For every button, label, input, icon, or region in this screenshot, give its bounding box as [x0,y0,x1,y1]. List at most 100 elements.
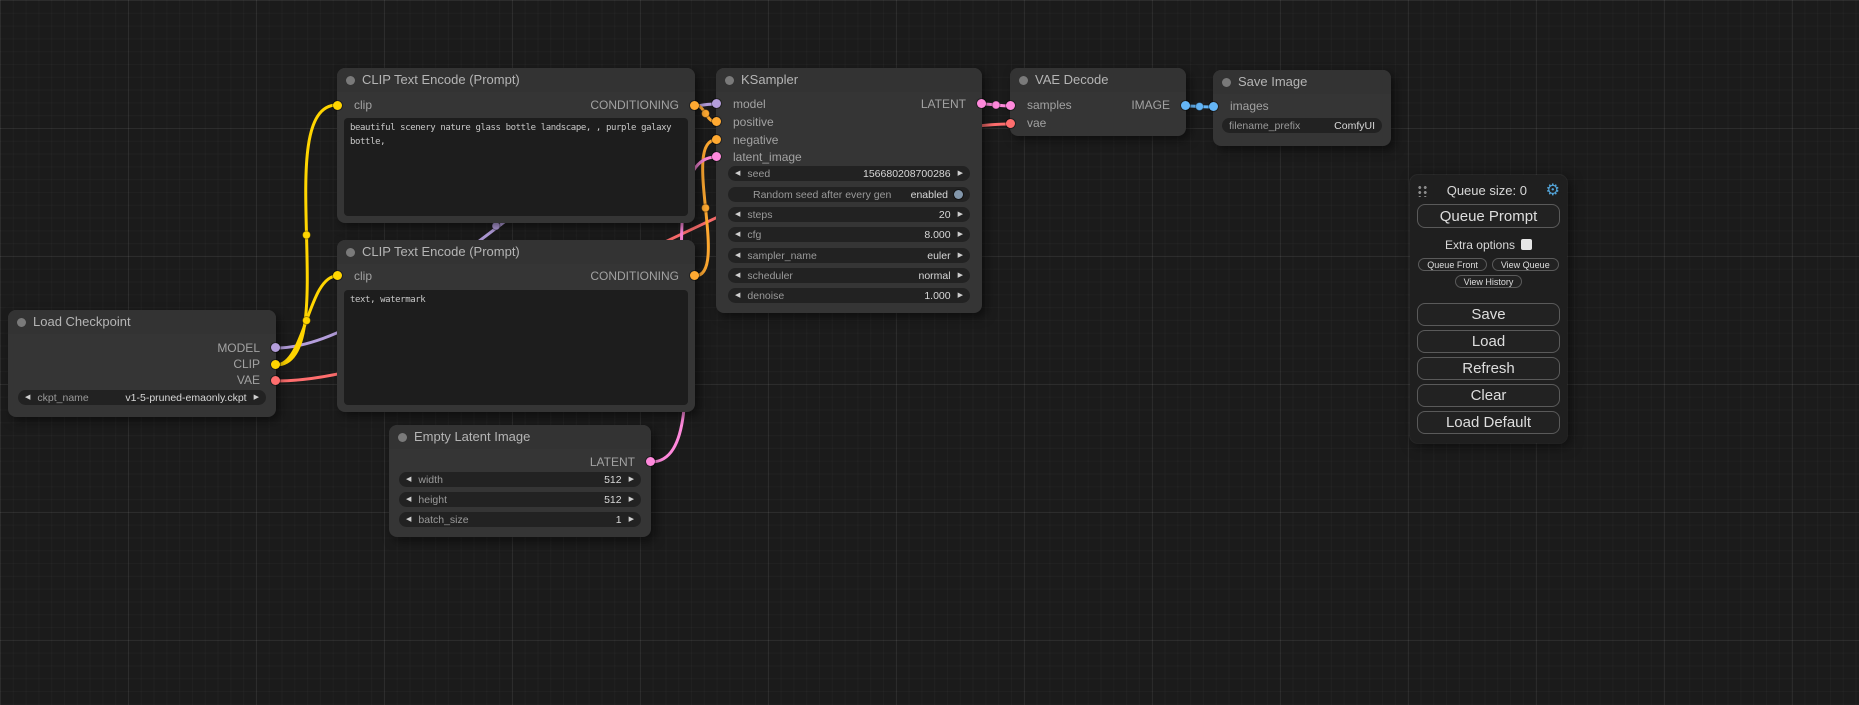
widget-cfg[interactable]: ◀ cfg 8.000 ▶ [728,227,970,242]
next-arrow-icon[interactable]: ▶ [254,390,259,405]
comfy-menu-panel: Queue size: 0 ⚙ Queue Prompt Extra optio… [1410,175,1567,443]
node-title-bar[interactable]: Load Checkpoint [8,310,276,334]
node-graph-canvas[interactable]: Load Checkpoint MODEL CLIP VAE ◀ ckpt_na… [0,0,1859,705]
prompt-textarea[interactable]: beautiful scenery nature glass bottle la… [344,118,688,216]
output-port-model[interactable] [271,343,280,352]
output-port-clip[interactable] [271,360,280,369]
output-port-latent[interactable] [977,99,986,108]
decrement-arrow-icon[interactable]: ◀ [406,512,411,527]
input-slot-negative: negative [716,134,982,147]
input-port-model[interactable] [712,99,721,108]
decrement-arrow-icon[interactable]: ◀ [406,492,411,507]
link-midpoint-dot [303,317,311,325]
decrement-arrow-icon[interactable]: ◀ [735,207,740,222]
collapse-dot-icon[interactable] [725,76,734,85]
increment-arrow-icon[interactable]: ▶ [958,288,963,303]
widget-name: cfg [747,229,761,241]
input-port-samples[interactable] [1006,101,1015,110]
increment-arrow-icon[interactable]: ▶ [958,207,963,222]
decrement-arrow-icon[interactable]: ◀ [735,166,740,181]
load-button[interactable]: Load [1417,330,1560,353]
node-ksampler[interactable]: KSampler model positive negative latent_… [716,68,982,313]
widget-name: width [418,474,443,486]
widget-scheduler[interactable]: ◀ scheduler normal ▶ [728,268,970,283]
wire-clip-positive [276,105,337,365]
increment-arrow-icon[interactable]: ▶ [958,166,963,181]
collapse-dot-icon[interactable] [398,433,407,442]
settings-gear-icon[interactable]: ⚙ [1546,182,1560,198]
collapse-dot-icon[interactable] [1019,76,1028,85]
clear-button[interactable]: Clear [1417,384,1560,407]
next-arrow-icon[interactable]: ▶ [958,248,963,263]
widget-sampler-name[interactable]: ◀ sampler_name euler ▶ [728,248,970,263]
extra-options-checkbox[interactable] [1521,239,1532,250]
input-port-clip[interactable] [333,101,342,110]
output-port-conditioning[interactable] [690,101,699,110]
widget-width[interactable]: ◀ width 512 ▶ [399,472,641,487]
node-empty-latent-image[interactable]: Empty Latent Image LATENT ◀ width 512 ▶ … [389,425,651,537]
input-port-positive[interactable] [712,117,721,126]
widget-denoise[interactable]: ◀ denoise 1.000 ▶ [728,288,970,303]
view-history-button[interactable]: View History [1455,275,1523,288]
increment-arrow-icon[interactable]: ▶ [629,512,634,527]
widget-filename-prefix[interactable]: filename_prefix ComfyUI [1222,118,1382,133]
queue-prompt-button[interactable]: Queue Prompt [1417,204,1560,228]
input-port-latent-image[interactable] [712,152,721,161]
node-title-bar[interactable]: VAE Decode [1010,68,1186,92]
next-arrow-icon[interactable]: ▶ [958,268,963,283]
node-title-bar[interactable]: Empty Latent Image [389,425,651,449]
decrement-arrow-icon[interactable]: ◀ [406,472,411,487]
widget-random-seed[interactable]: Random seed after every gen enabled [728,187,970,202]
collapse-dot-icon[interactable] [17,318,26,327]
output-slot-latent: LATENT [716,98,982,111]
prev-arrow-icon[interactable]: ◀ [735,248,740,263]
node-load-checkpoint[interactable]: Load Checkpoint MODEL CLIP VAE ◀ ckpt_na… [8,310,276,417]
output-port-conditioning[interactable] [690,271,699,280]
node-title-bar[interactable]: Save Image [1213,70,1391,94]
drag-handle-icon[interactable] [1417,184,1428,197]
input-port-clip[interactable] [333,271,342,280]
refresh-button[interactable]: Refresh [1417,357,1560,380]
widget-value: v1-5-pruned-emaonly.ckpt [125,392,246,404]
prev-arrow-icon[interactable]: ◀ [25,390,30,405]
node-title-bar[interactable]: CLIP Text Encode (Prompt) [337,68,695,92]
toggle-knob[interactable] [954,190,963,199]
node-title: VAE Decode [1035,72,1108,87]
widget-batch-size[interactable]: ◀ batch_size 1 ▶ [399,512,641,527]
load-default-button[interactable]: Load Default [1417,411,1560,434]
input-port-images[interactable] [1209,102,1218,111]
queue-size-label: Queue size: 0 [1428,183,1546,198]
node-title-bar[interactable]: KSampler [716,68,982,92]
node-title: CLIP Text Encode (Prompt) [362,72,520,87]
decrement-arrow-icon[interactable]: ◀ [735,227,740,242]
output-port-image[interactable] [1181,101,1190,110]
node-vae-decode[interactable]: VAE Decode samples vae IMAGE [1010,68,1186,136]
widget-seed[interactable]: ◀ seed 156680208700286 ▶ [728,166,970,181]
widget-height[interactable]: ◀ height 512 ▶ [399,492,641,507]
prompt-textarea[interactable]: text, watermark [344,290,688,405]
node-clip-text-encode-positive[interactable]: CLIP Text Encode (Prompt) clip CONDITION… [337,68,695,223]
widget-value: 156680208700286 [863,168,951,180]
output-port-vae[interactable] [271,376,280,385]
increment-arrow-icon[interactable]: ▶ [629,472,634,487]
node-title-bar[interactable]: CLIP Text Encode (Prompt) [337,240,695,264]
widget-value: 1 [616,514,622,526]
increment-arrow-icon[interactable]: ▶ [629,492,634,507]
decrement-arrow-icon[interactable]: ◀ [735,288,740,303]
queue-front-button[interactable]: Queue Front [1418,258,1487,271]
node-clip-text-encode-negative[interactable]: CLIP Text Encode (Prompt) clip CONDITION… [337,240,695,412]
increment-arrow-icon[interactable]: ▶ [958,227,963,242]
collapse-dot-icon[interactable] [1222,78,1231,87]
input-port-vae[interactable] [1006,119,1015,128]
widget-ckpt-name[interactable]: ◀ ckpt_name v1-5-pruned-emaonly.ckpt ▶ [18,390,266,405]
output-port-latent[interactable] [646,457,655,466]
input-port-negative[interactable] [712,135,721,144]
collapse-dot-icon[interactable] [346,248,355,257]
wire-conditioning-negative [695,140,716,276]
save-button[interactable]: Save [1417,303,1560,326]
collapse-dot-icon[interactable] [346,76,355,85]
widget-steps[interactable]: ◀ steps 20 ▶ [728,207,970,222]
prev-arrow-icon[interactable]: ◀ [735,268,740,283]
node-save-image[interactable]: Save Image images filename_prefix ComfyU… [1213,70,1391,146]
view-queue-button[interactable]: View Queue [1492,258,1559,271]
